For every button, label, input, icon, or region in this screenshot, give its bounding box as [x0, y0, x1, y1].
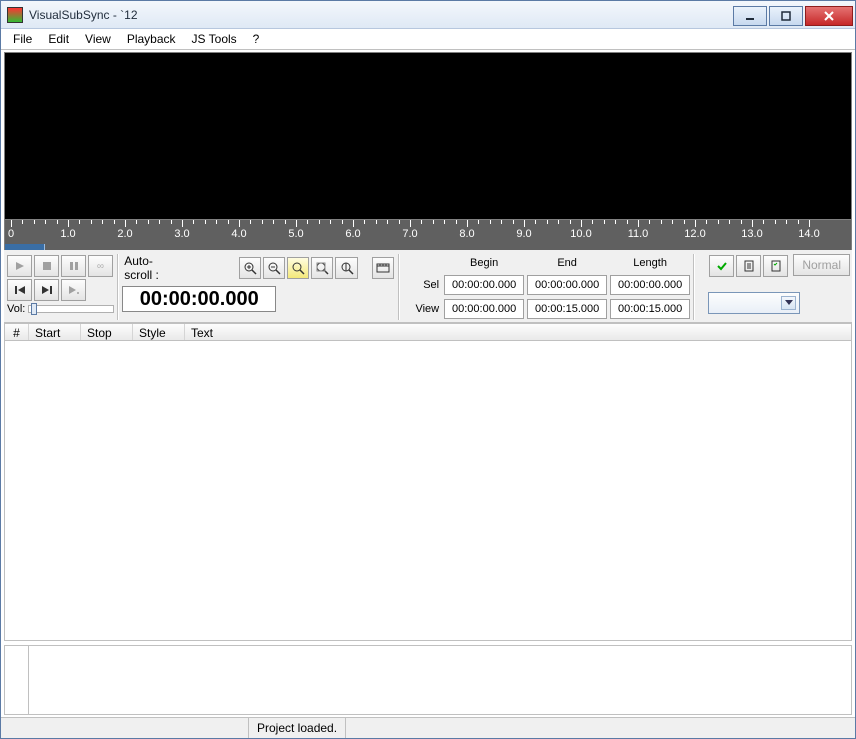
settings-button[interactable]: [763, 255, 788, 277]
window-buttons: [733, 4, 855, 26]
col-stop[interactable]: Stop: [81, 324, 133, 340]
playback-controls: ∞ Vol:: [6, 254, 114, 320]
minimize-button[interactable]: [733, 6, 767, 26]
sel-length: 00:00:00.000: [610, 275, 690, 295]
chevron-down-icon: [781, 296, 796, 310]
check-errors-button[interactable]: [709, 255, 734, 277]
editor-gutter: [5, 646, 29, 714]
subtitle-editor: [4, 645, 852, 715]
autoscroll-label: Auto-scroll :: [124, 254, 179, 282]
titlebar: VisualSubSync - `12: [1, 1, 855, 29]
col-start[interactable]: Start: [29, 324, 81, 340]
right-toolbar: Normal: [708, 254, 850, 320]
mode-normal-button[interactable]: Normal: [793, 254, 850, 276]
close-button[interactable]: [805, 6, 853, 26]
separator: [398, 254, 400, 320]
ruler-label: 1.0: [60, 228, 75, 240]
ruler-label: 11.0: [628, 228, 649, 240]
ruler-label: 3.0: [174, 228, 189, 240]
col-index[interactable]: #: [5, 324, 29, 340]
volume-label: Vol:: [7, 303, 25, 315]
time-grid: Begin End Length Sel 00:00:00.000 00:00:…: [409, 254, 690, 320]
play-selection-button[interactable]: [61, 279, 86, 301]
ruler-label: 12.0: [684, 228, 705, 240]
play-button[interactable]: [7, 255, 32, 277]
menu-edit[interactable]: Edit: [40, 30, 77, 48]
stop-button[interactable]: [34, 255, 59, 277]
timeline-position-indicator: [5, 244, 45, 250]
style-combo[interactable]: [708, 292, 800, 314]
view-begin[interactable]: 00:00:00.000: [444, 299, 524, 319]
menu-jstools[interactable]: JS Tools: [184, 30, 245, 48]
menubar: File Edit View Playback JS Tools ?: [1, 29, 855, 50]
ruler-label: 0: [8, 228, 14, 240]
zoom-all-button[interactable]: [311, 257, 333, 279]
client-area: 0 1.0 2.0 3.0 4.0 5.0 6.0 7.0 8.0 9.0 10.0 11.0 12.0…: [1, 50, 855, 717]
maximize-button[interactable]: [769, 6, 803, 26]
subtitle-list[interactable]: [4, 341, 852, 641]
zoom-in-button[interactable]: [239, 257, 261, 279]
window-title: VisualSubSync - `12: [29, 8, 138, 22]
menu-playback[interactable]: Playback: [119, 30, 184, 48]
menu-view[interactable]: View: [77, 30, 119, 48]
ruler-label: 9.0: [516, 228, 531, 240]
ruler-label: 14.0: [798, 228, 819, 240]
status-message: Project loaded.: [249, 718, 346, 738]
view-length: 00:00:15.000: [610, 299, 690, 319]
zoom-vertical-button[interactable]: [335, 257, 357, 279]
zoom-out-button[interactable]: [263, 257, 285, 279]
row-sel-label: Sel: [409, 279, 441, 291]
ruler-label: 2.0: [117, 228, 132, 240]
status-pane-1: [1, 718, 249, 738]
volume-slider[interactable]: [28, 305, 114, 313]
time-counter: 00:00:00.000: [122, 286, 276, 312]
ruler-label: 8.0: [459, 228, 474, 240]
ruler-label: 13.0: [741, 228, 762, 240]
timeline-ruler[interactable]: 0 1.0 2.0 3.0 4.0 5.0 6.0 7.0 8.0 9.0 10.0 11.0 12.0…: [4, 220, 852, 250]
view-end[interactable]: 00:00:15.000: [527, 299, 607, 319]
row-view-label: View: [409, 303, 441, 315]
col-style[interactable]: Style: [133, 324, 185, 340]
col-length: Length: [610, 257, 690, 269]
separator: [117, 254, 119, 320]
ruler-label: 6.0: [345, 228, 360, 240]
menu-file[interactable]: File: [5, 30, 40, 48]
zoom-selection-button[interactable]: [287, 257, 309, 279]
statusbar: Project loaded.: [1, 717, 855, 738]
menu-help[interactable]: ?: [245, 30, 268, 48]
editor-text[interactable]: [29, 646, 851, 714]
col-text[interactable]: Text: [185, 324, 851, 340]
ruler-label: 10.0: [570, 228, 591, 240]
loop-button[interactable]: ∞: [88, 255, 113, 277]
window: VisualSubSync - `12 File Edit View Playb…: [0, 0, 856, 739]
ruler-label: 5.0: [288, 228, 303, 240]
seek-end-button[interactable]: [34, 279, 59, 301]
app-icon: [7, 7, 23, 23]
pause-button[interactable]: [61, 255, 86, 277]
scene-change-button[interactable]: [372, 257, 394, 279]
sel-begin[interactable]: 00:00:00.000: [444, 275, 524, 295]
col-end: End: [527, 257, 607, 269]
subtitle-list-header: # Start Stop Style Text: [4, 323, 852, 341]
separator: [693, 254, 695, 320]
toolstrip: ∞ Vol:: [4, 250, 852, 323]
volume-control: Vol:: [6, 303, 114, 315]
zoom-group: Auto-scroll :: [122, 254, 395, 320]
log-button[interactable]: [736, 255, 761, 277]
volume-thumb[interactable]: [31, 303, 37, 315]
ruler-label: 4.0: [231, 228, 246, 240]
video-preview[interactable]: [4, 52, 852, 220]
seek-start-button[interactable]: [7, 279, 32, 301]
ruler-label: 7.0: [402, 228, 417, 240]
sel-end[interactable]: 00:00:00.000: [527, 275, 607, 295]
col-begin: Begin: [444, 257, 524, 269]
